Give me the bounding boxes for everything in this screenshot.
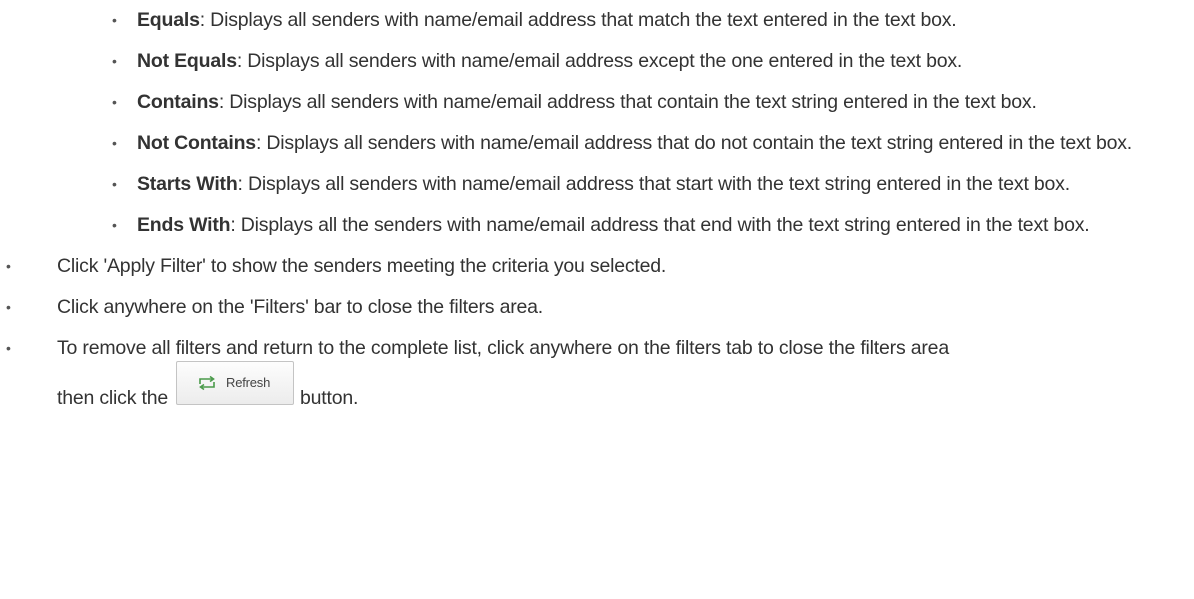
- option-description: : Displays all senders with name/email a…: [199, 9, 957, 31]
- refresh-icon: [199, 375, 215, 391]
- option-term: Starts With: [137, 173, 238, 195]
- list-item: • Not Contains: Displays all senders wit…: [0, 130, 1194, 156]
- option-term: Not Equals: [137, 50, 237, 72]
- refresh-instruction: then click the Refresh button.: [0, 361, 1194, 411]
- bullet: •: [112, 176, 117, 192]
- option-term: Equals: [137, 9, 200, 31]
- bullet: •: [112, 94, 117, 110]
- option-description: : Displays all the senders with name/ema…: [230, 214, 1090, 236]
- refresh-after-text: button.: [300, 387, 359, 409]
- bullet: •: [112, 135, 117, 151]
- refresh-button[interactable]: Refresh: [176, 361, 295, 405]
- option-description: : Displays all senders with name/email a…: [218, 91, 1037, 113]
- option-description: : Displays all senders with name/email a…: [237, 173, 1071, 195]
- list-item: • Equals: Displays all senders with name…: [0, 7, 1194, 33]
- step-text: Click 'Apply Filter' to show the senders…: [57, 255, 667, 277]
- help-document: • Equals: Displays all senders with name…: [0, 0, 1194, 411]
- bullet: •: [112, 12, 117, 28]
- bullet: •: [112, 217, 117, 233]
- list-item: • Ends With: Displays all the senders wi…: [0, 212, 1194, 238]
- list-item: • Click anywhere on the 'Filters' bar to…: [0, 294, 1194, 320]
- list-item: • Not Equals: Displays all senders with …: [0, 48, 1194, 74]
- bullet: •: [6, 299, 11, 315]
- list-item: • To remove all filters and return to th…: [0, 335, 1194, 361]
- filter-options-list: • Equals: Displays all senders with name…: [0, 7, 1194, 238]
- refresh-button-label: Refresh: [226, 375, 271, 390]
- steps-list: • Click 'Apply Filter' to show the sende…: [0, 253, 1194, 361]
- refresh-before-text: then click the: [57, 387, 169, 409]
- step-text: To remove all filters and return to the …: [57, 337, 949, 359]
- option-description: : Displays all senders with name/email a…: [236, 50, 963, 72]
- option-term: Ends With: [137, 214, 231, 236]
- list-item: • Click 'Apply Filter' to show the sende…: [0, 253, 1194, 279]
- option-description: : Displays all senders with name/email a…: [255, 132, 1133, 154]
- option-term: Not Contains: [137, 132, 256, 154]
- option-term: Contains: [137, 91, 219, 113]
- step-text: Click anywhere on the 'Filters' bar to c…: [57, 296, 544, 318]
- bullet: •: [112, 53, 117, 69]
- list-item: • Contains: Displays all senders with na…: [0, 89, 1194, 115]
- bullet: •: [6, 340, 11, 356]
- list-item: • Starts With: Displays all senders with…: [0, 171, 1194, 197]
- bullet: •: [6, 258, 11, 274]
